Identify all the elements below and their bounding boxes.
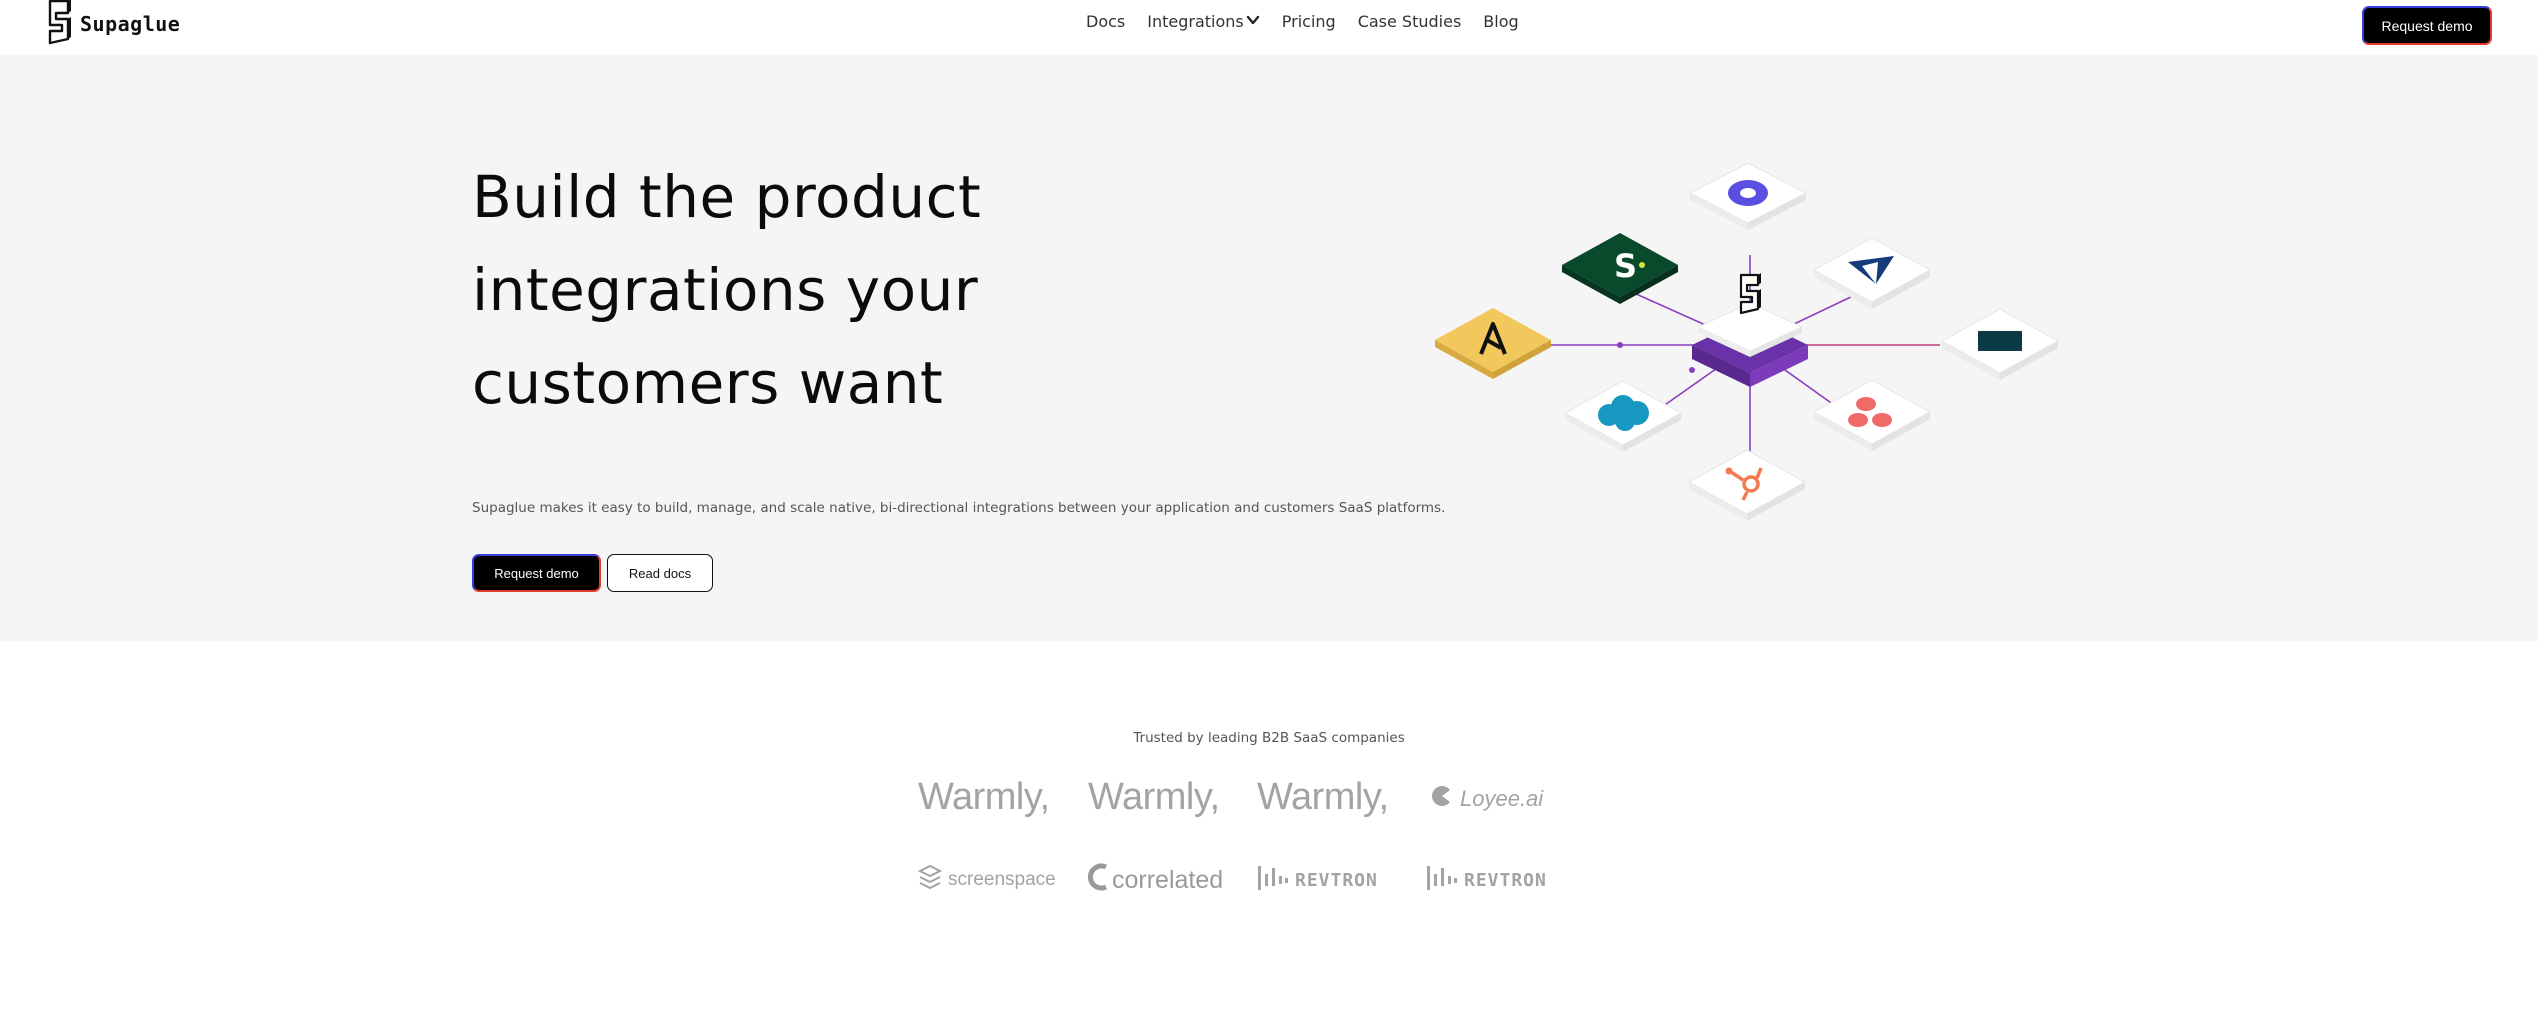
revtron-mark-icon xyxy=(1257,864,1289,897)
warmly-logo-text: Warmly, xyxy=(1088,776,1220,818)
revtron-mark-icon xyxy=(1426,864,1458,897)
supaglue-hub-icon xyxy=(1739,273,1761,315)
salesforce-icon xyxy=(1563,380,1683,452)
outreach-icon xyxy=(1812,237,1932,309)
hero-title: Build the product integrations your cust… xyxy=(472,151,1192,430)
integrations-diagram: S xyxy=(1435,162,2060,521)
revtron-logo: REVTRON xyxy=(1257,864,1378,897)
correlated-logo-text: correlated xyxy=(1112,866,1224,894)
hero-subtitle: Supaglue makes it easy to build, manage,… xyxy=(472,500,1446,516)
warmly-logo: Warmly, xyxy=(1257,776,1389,819)
warmly-logo: Warmly, xyxy=(1088,776,1220,819)
read-docs-button[interactable]: Read docs xyxy=(607,554,713,592)
nav-integrations[interactable]: Integrations xyxy=(1147,12,1260,31)
loyee-logo: Loyee.ai xyxy=(1430,785,1543,813)
svg-text:S: S xyxy=(1614,247,1637,285)
nav-blog[interactable]: Blog xyxy=(1483,12,1518,31)
loyee-logo-text: Loyee.ai xyxy=(1460,786,1544,811)
warmly-logo-text: Warmly, xyxy=(918,776,1050,818)
chevron-down-icon xyxy=(1246,12,1260,31)
correlated-logo: correlated xyxy=(1087,862,1224,899)
screenspace-mark-icon xyxy=(917,864,943,896)
loyee-mark-icon xyxy=(1430,785,1454,813)
salesloft-icon: S xyxy=(1562,233,1678,304)
screenspace-logo-text: screenspace xyxy=(948,869,1056,890)
request-demo-button[interactable]: Request demo xyxy=(2362,6,2492,45)
revtron-logo-text: REVTRON xyxy=(1295,870,1378,891)
screenspace-logo: screenspace xyxy=(917,864,1056,896)
hubspot-icon xyxy=(1687,449,1807,521)
hero-request-demo-button[interactable]: Request demo xyxy=(472,554,601,592)
apollo-icon xyxy=(1435,308,1551,379)
hero-title-line: customers want xyxy=(472,349,944,417)
hero-title-line: Build the product xyxy=(472,163,982,231)
top-navbar: Supaglue Docs Integrations Pricing Case … xyxy=(0,0,2538,55)
zendesk-icon xyxy=(1940,308,2060,380)
okta-icon xyxy=(1688,162,1808,230)
nav-pricing[interactable]: Pricing xyxy=(1282,12,1336,31)
warmly-logo-text: Warmly, xyxy=(1257,776,1389,818)
hero-section: Build the product integrations your cust… xyxy=(0,55,2538,641)
nav-case-studies[interactable]: Case Studies xyxy=(1358,12,1462,31)
supaglue-logo-icon xyxy=(46,0,72,50)
revtron-logo: REVTRON xyxy=(1426,864,1547,897)
correlated-mark-icon xyxy=(1087,862,1110,899)
nav-integrations-label: Integrations xyxy=(1147,12,1244,31)
supaglue-hub xyxy=(1692,273,1808,387)
warmly-logo: Warmly, xyxy=(918,776,1050,819)
main-nav: Docs Integrations Pricing Case Studies B… xyxy=(1086,12,1519,31)
trusted-label: Trusted by leading B2B SaaS companies xyxy=(1133,730,1405,746)
brand[interactable]: Supaglue xyxy=(46,0,180,48)
nav-docs[interactable]: Docs xyxy=(1086,12,1125,31)
hero-title-line: integrations your xyxy=(472,256,979,324)
revtron-logo-text: REVTRON xyxy=(1464,870,1547,891)
brand-name: Supaglue xyxy=(80,12,181,36)
asana-icon xyxy=(1812,379,1932,451)
